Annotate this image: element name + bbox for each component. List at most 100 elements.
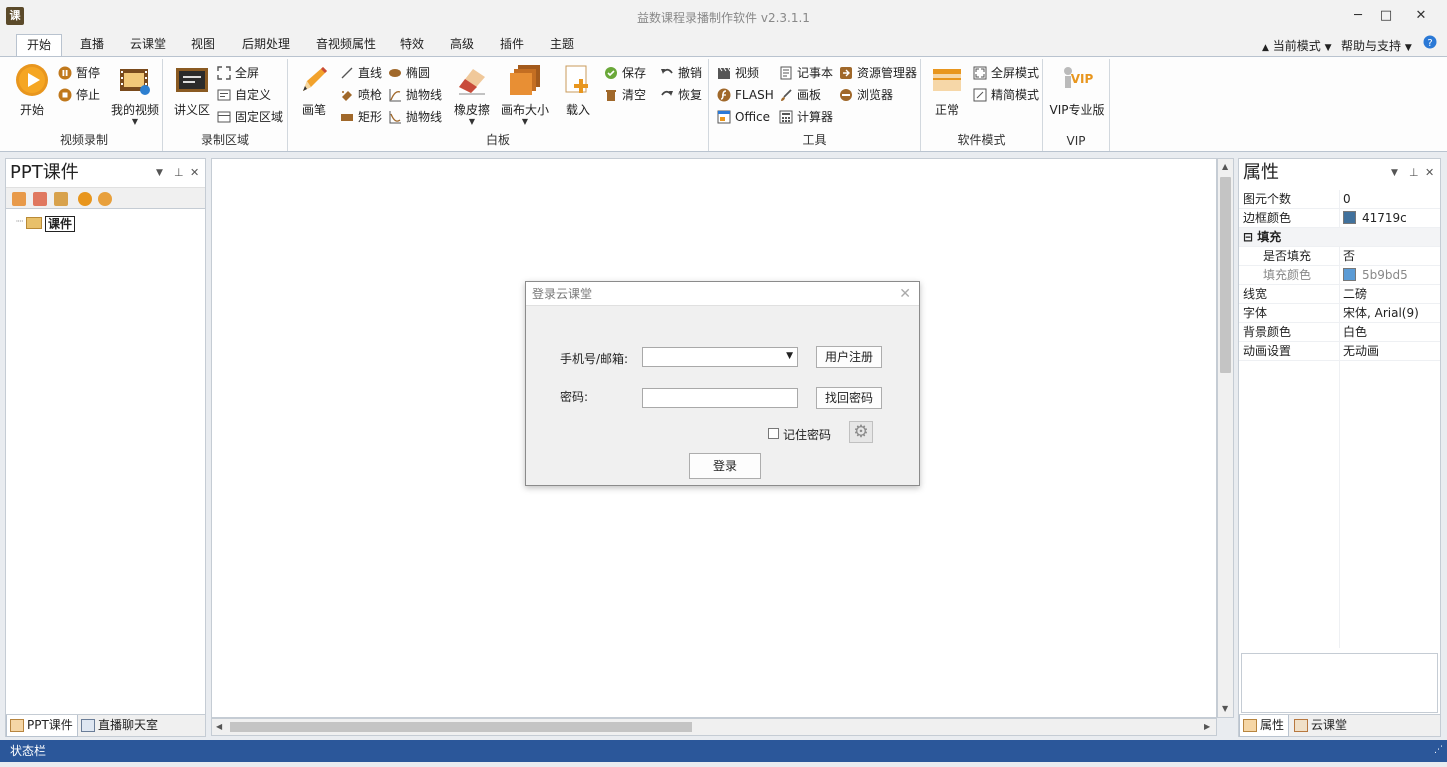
collapse-icon[interactable]: ⊟	[1243, 230, 1253, 244]
info-icon[interactable]	[78, 192, 92, 206]
office-tool-button[interactable]: Office	[717, 107, 770, 127]
prop-is-filled[interactable]: 是否填充 否	[1239, 247, 1440, 266]
custom-area-label: 自定义	[235, 88, 272, 102]
vertical-scrollbar[interactable]: ▲ ▼	[1217, 158, 1234, 718]
tab-live-chat[interactable]: 直播聊天室	[78, 715, 162, 737]
clear-button[interactable]: 清空	[604, 85, 646, 105]
register-button[interactable]: 用户注册	[816, 346, 882, 368]
prop-animation[interactable]: 动画设置 无动画	[1239, 342, 1440, 361]
tree-item-courseware[interactable]: ┈ 课件	[16, 214, 76, 232]
vertical-scroll-thumb[interactable]	[1220, 177, 1231, 373]
calculator-button[interactable]: 计算器	[779, 107, 833, 127]
spray-button[interactable]: 喷枪	[340, 85, 382, 105]
custom-area-button[interactable]: 自定义	[217, 85, 271, 105]
add-folder-icon[interactable]	[54, 192, 68, 206]
tab-cloud-class[interactable]: 云课堂	[120, 34, 176, 56]
eraser-icon	[455, 63, 489, 97]
eraser-button[interactable]: 橡皮擦 ▼	[452, 63, 492, 126]
simple-mode-button[interactable]: 精简模式	[973, 85, 1039, 105]
pin-icon[interactable]: ⊥	[1409, 159, 1419, 187]
password-input[interactable]	[642, 388, 798, 408]
prop-section-fill[interactable]: ⊟ 填充	[1239, 228, 1440, 247]
canvas-size-button[interactable]: 画布大小 ▼	[500, 63, 550, 126]
help-menu[interactable]: 帮助与支持 ▼	[1341, 37, 1412, 54]
tab-ppt-label: PPT课件	[27, 718, 73, 732]
parabola-button-2[interactable]: 抛物线	[388, 107, 442, 127]
pause-button[interactable]: 暂停	[58, 63, 100, 83]
help-icon[interactable]: ?	[1423, 35, 1437, 53]
tab-properties[interactable]: 属性	[1239, 715, 1290, 737]
parabola-button-1[interactable]: 抛物线	[388, 85, 442, 105]
undo-button[interactable]: 撤销	[660, 63, 702, 83]
fullscreen-mode-button[interactable]: 全屏模式	[973, 63, 1039, 83]
scroll-left-icon[interactable]: ◀	[216, 722, 222, 731]
normal-mode-button[interactable]: 正常	[927, 63, 967, 118]
rectangle-button[interactable]: 矩形	[340, 107, 382, 127]
resize-grip-icon[interactable]: ⋰	[1434, 746, 1443, 755]
video-tool-button[interactable]: 视频	[717, 63, 759, 83]
prop-element-count[interactable]: 图元个数 0	[1239, 190, 1440, 209]
tab-start[interactable]: 开始	[16, 34, 63, 56]
scroll-right-icon[interactable]: ▶	[1204, 722, 1210, 731]
current-mode-menu[interactable]: ▲ 当前模式 ▼	[1262, 37, 1332, 54]
add-ppt-icon[interactable]	[12, 192, 26, 206]
forgot-password-button[interactable]: 找回密码	[816, 387, 882, 409]
prop-line-width[interactable]: 线宽 二磅	[1239, 285, 1440, 304]
notepad-tool-button[interactable]: 记事本	[779, 63, 833, 83]
remember-password-checkbox[interactable]	[768, 428, 779, 439]
start-record-button[interactable]: 开始	[12, 63, 52, 118]
vip-pro-button[interactable]: VIP VIP专业版	[1047, 63, 1107, 118]
save-button[interactable]: 保存	[604, 63, 646, 83]
dropdown-icon[interactable]: ▼	[1391, 159, 1398, 187]
tab-plugins[interactable]: 插件	[490, 34, 534, 56]
help-label: 帮助与支持	[1341, 39, 1402, 53]
close-icon[interactable]: ✕	[1425, 159, 1434, 187]
phone-email-select[interactable]: ▼	[642, 347, 798, 367]
horizontal-scroll-thumb[interactable]	[230, 722, 692, 732]
scroll-up-icon[interactable]: ▲	[1222, 162, 1228, 171]
tab-view[interactable]: 视图	[181, 34, 225, 56]
ellipse-button[interactable]: 椭圆	[388, 63, 430, 83]
stop-button[interactable]: 停止	[58, 85, 100, 105]
minimize-button[interactable]: ─	[1345, 6, 1371, 26]
prop-fill-color[interactable]: 填充颜色 5b9bd5	[1239, 266, 1440, 285]
disable-icon[interactable]	[98, 192, 112, 206]
fullscreen-area-button[interactable]: 全屏	[217, 63, 259, 83]
pen-button[interactable]: 画笔	[296, 63, 332, 118]
tab-effects[interactable]: 特效	[390, 34, 434, 56]
load-button[interactable]: 载入	[560, 63, 596, 118]
close-icon[interactable]: ✕	[899, 282, 911, 306]
fixed-area-button[interactable]: 固定区域	[217, 107, 283, 127]
tab-cloud-class-panel[interactable]: 云课堂	[1291, 715, 1351, 737]
close-icon[interactable]: ✕	[190, 159, 199, 187]
chevron-down-icon[interactable]: ▼	[786, 351, 793, 361]
gear-icon[interactable]: ⚙	[849, 421, 873, 443]
tab-ppt-courseware[interactable]: PPT课件	[6, 715, 78, 737]
browser-button[interactable]: 浏览器	[839, 85, 893, 105]
tab-post-processing[interactable]: 后期处理	[232, 34, 300, 56]
lecture-area-button[interactable]: 讲义区	[169, 63, 215, 118]
dropdown-icon[interactable]: ▼	[156, 159, 163, 187]
horizontal-scrollbar[interactable]: ◀ ▶	[211, 718, 1217, 736]
tab-av-properties[interactable]: 音视频属性	[306, 34, 386, 56]
flash-tool-button[interactable]: FLASH	[717, 85, 774, 105]
scroll-down-icon[interactable]: ▼	[1222, 704, 1228, 713]
tab-theme[interactable]: 主题	[540, 34, 584, 56]
explorer-button[interactable]: 资源管理器	[839, 63, 917, 83]
drawing-board-button[interactable]: 画板	[779, 85, 821, 105]
prop-border-color[interactable]: 边框颜色 41719c	[1239, 209, 1440, 228]
folder-icon	[26, 217, 42, 229]
tab-advanced[interactable]: 高级	[440, 34, 484, 56]
close-button[interactable]: ✕	[1408, 6, 1434, 26]
prop-background-color[interactable]: 背景颜色 白色	[1239, 323, 1440, 342]
maximize-button[interactable]: □	[1373, 6, 1399, 26]
my-video-button[interactable]: 我的视频 ▼	[110, 63, 160, 126]
prop-font[interactable]: 字体 宋体, Arial(9)	[1239, 304, 1440, 323]
remove-ppt-icon[interactable]	[33, 192, 47, 206]
line-button[interactable]: 直线	[340, 63, 382, 83]
svg-text:VIP: VIP	[1071, 72, 1094, 86]
login-button[interactable]: 登录	[689, 453, 761, 479]
redo-button[interactable]: 恢复	[660, 85, 702, 105]
tab-live[interactable]: 直播	[70, 34, 114, 56]
pin-icon[interactable]: ⊥	[174, 159, 184, 187]
